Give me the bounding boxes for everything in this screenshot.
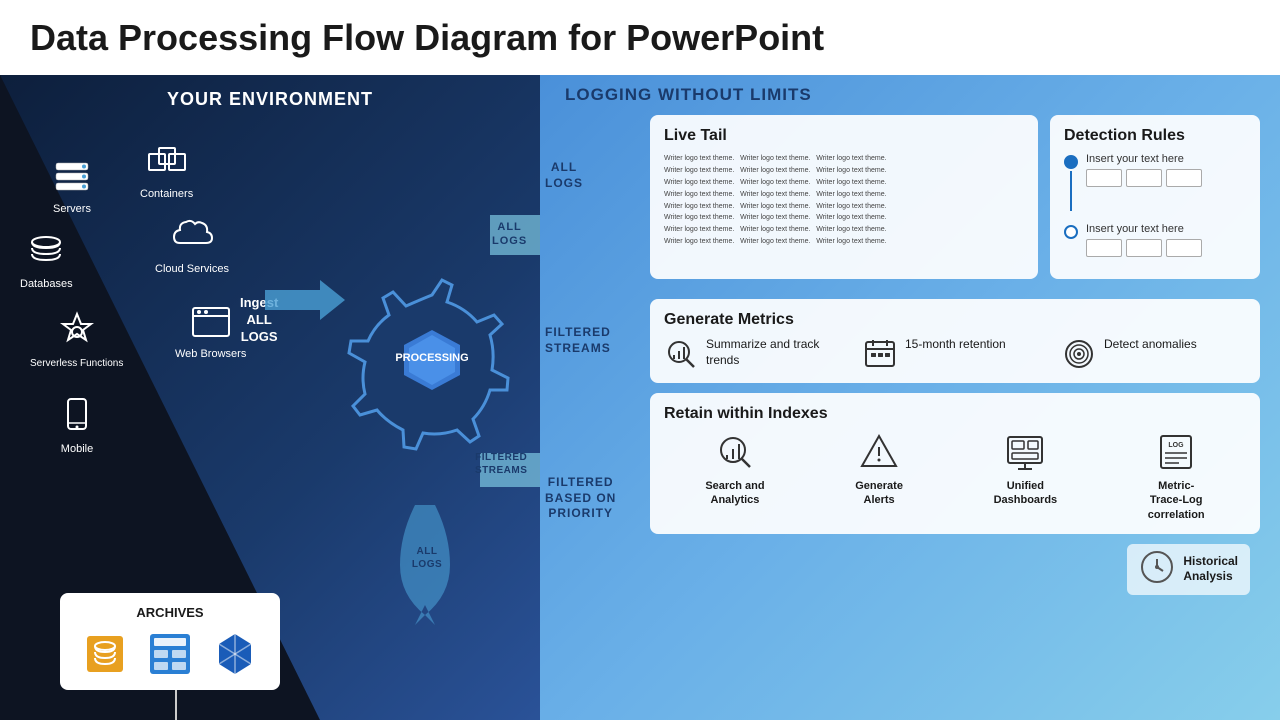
archives-box: ARCHIVES: [60, 593, 280, 690]
svg-text:LOG: LOG: [1169, 442, 1185, 449]
correlation-label: Metric- Trace-Log correlation: [1148, 479, 1205, 522]
env-item-cloud: Cloud Services: [155, 215, 229, 275]
det-box-1a: [1086, 169, 1122, 187]
metric-anomaly: Detect anomalies: [1062, 337, 1246, 371]
detection-boxes-1: [1086, 169, 1202, 187]
detection-boxes-2: [1086, 239, 1202, 257]
historical-row: Historical Analysis: [650, 544, 1260, 595]
detection-item2-label: Insert your text here: [1086, 223, 1202, 235]
retain-title: Retain within Indexes: [664, 405, 1246, 423]
live-tail-text: Writer logo text theme. Writer logo text…: [664, 153, 1024, 248]
serverless-label: Serverless Functions: [30, 358, 123, 369]
top-cards-row: Live Tail Writer logo text theme. Writer…: [650, 115, 1260, 289]
metric-retention: 15-month retention: [863, 337, 1047, 371]
flow-all-logs: ALLLOGS: [545, 160, 583, 191]
alert-icon: [858, 431, 900, 473]
archives-title: ARCHIVES: [72, 605, 268, 620]
mobile-icon: [55, 395, 99, 439]
retain-correlation: LOG Metric- Trace-Log correlation: [1148, 431, 1205, 522]
flow-filtered: FILTEREDSTREAMS: [545, 325, 611, 356]
detection-dot-2: [1064, 225, 1078, 239]
serverless-icon: [55, 310, 99, 354]
page-title: Data Processing Flow Diagram for PowerPo…: [30, 17, 824, 59]
archive-hex-icon: [211, 630, 259, 678]
detection-item1-label: Insert your text here: [1086, 153, 1202, 165]
archive-db-icon: [81, 630, 129, 678]
right-content: Live Tail Writer logo text theme. Writer…: [560, 115, 1260, 595]
env-item-web: Web Browsers: [175, 300, 246, 360]
retain-indexes-card: Retain within Indexes: [650, 393, 1260, 534]
retain-search-analytics: Search and Analytics: [705, 431, 764, 522]
all-logs-top-arrow: ALLLOGS: [480, 195, 540, 280]
servers-label: Servers: [53, 203, 91, 215]
env-item-mobile: Mobile: [55, 395, 99, 455]
dashboard-icon: [1004, 431, 1046, 473]
servers-icon: [50, 155, 94, 199]
databases-label: Databases: [20, 278, 73, 290]
live-tail-card: Live Tail Writer logo text theme. Writer…: [650, 115, 1038, 279]
detection-vline: [1070, 171, 1072, 211]
detection-rules-card: Detection Rules Insert your text here: [1050, 115, 1260, 279]
archives-icons: [72, 630, 268, 678]
archive-table-icon: [146, 630, 194, 678]
metric-retention-label: 15-month retention: [905, 337, 1006, 353]
right-header: LOGGING WITHOUT LIMITS: [560, 85, 1260, 105]
env-item-containers: Containers: [140, 140, 193, 200]
env-item-servers: Servers: [50, 155, 94, 215]
live-tail-title: Live Tail: [664, 127, 1024, 145]
det-box-2a: [1086, 239, 1122, 257]
calendar-icon: [863, 337, 897, 371]
env-item-databases: Databases: [20, 230, 73, 290]
metrics-row: Summarize and track trends: [664, 337, 1246, 371]
generate-metrics-card: Generate Metrics: [650, 299, 1260, 383]
search-analytics-label: Search and Analytics: [705, 479, 764, 508]
log-icon: LOG: [1155, 431, 1197, 473]
main-layout: YOUR ENVIRONMENT Servers Containers: [0, 75, 1280, 720]
det-box-1c: [1166, 169, 1202, 187]
cloud-icon: [170, 215, 214, 259]
containers-icon: [145, 140, 189, 184]
detection-dot-1: [1064, 155, 1078, 169]
det-box-2c: [1166, 239, 1202, 257]
metric-summarize: Summarize and track trends: [664, 337, 848, 371]
flow-filtered-priority: FILTEREDBASED ONPRIORITY: [545, 475, 616, 522]
mobile-label: Mobile: [61, 443, 93, 455]
metric-summarize-label: Summarize and track trends: [706, 337, 848, 368]
env-item-serverless: Serverless Functions: [30, 310, 123, 369]
left-panel: YOUR ENVIRONMENT Servers Containers: [0, 75, 540, 720]
right-panel: LOGGING WITHOUT LIMITS ALLLOGS FILTEREDS…: [540, 75, 1280, 720]
live-tail-content: Writer logo text theme. Writer logo text…: [664, 153, 1024, 248]
clock-icon: [1139, 549, 1175, 590]
svg-text:PROCESSING: PROCESSING: [395, 352, 468, 364]
search-analytics-icon: [714, 431, 756, 473]
search-chart-icon: [664, 337, 698, 371]
det-box-1b: [1126, 169, 1162, 187]
metrics-title: Generate Metrics: [664, 311, 1246, 329]
det-box-2b: [1126, 239, 1162, 257]
retain-row: Search and Analytics Generate Alerts: [664, 431, 1246, 522]
databases-icon: [24, 230, 68, 274]
detection-item-1: Insert your text here: [1064, 153, 1246, 213]
archives-vline: [175, 690, 177, 720]
web-label: Web Browsers: [175, 348, 246, 360]
containers-label: Containers: [140, 188, 193, 200]
detection-rules-title: Detection Rules: [1064, 127, 1246, 145]
web-browser-icon: [189, 300, 233, 344]
historical-label: Historical Analysis: [1183, 554, 1238, 585]
alerts-label: Generate Alerts: [855, 479, 903, 508]
dashboards-label: Unified Dashboards: [994, 479, 1058, 508]
ingest-arrow: [265, 275, 345, 330]
title-bar: Data Processing Flow Diagram for PowerPo…: [0, 0, 1280, 75]
left-header: YOUR ENVIRONMENT: [0, 75, 540, 124]
all-logs-down-arrow: ALLLOGS: [395, 505, 455, 630]
filtered-streams-arrow: FILTEREDSTREAMS: [470, 435, 540, 510]
cloud-label: Cloud Services: [155, 263, 229, 275]
retain-dashboards: Unified Dashboards: [994, 431, 1058, 522]
historical-item: Historical Analysis: [1127, 544, 1250, 595]
metric-anomaly-label: Detect anomalies: [1104, 337, 1197, 353]
anomaly-icon: [1062, 337, 1096, 371]
detection-item-2: Insert your text here: [1064, 223, 1246, 257]
retain-alerts: Generate Alerts: [855, 431, 903, 522]
